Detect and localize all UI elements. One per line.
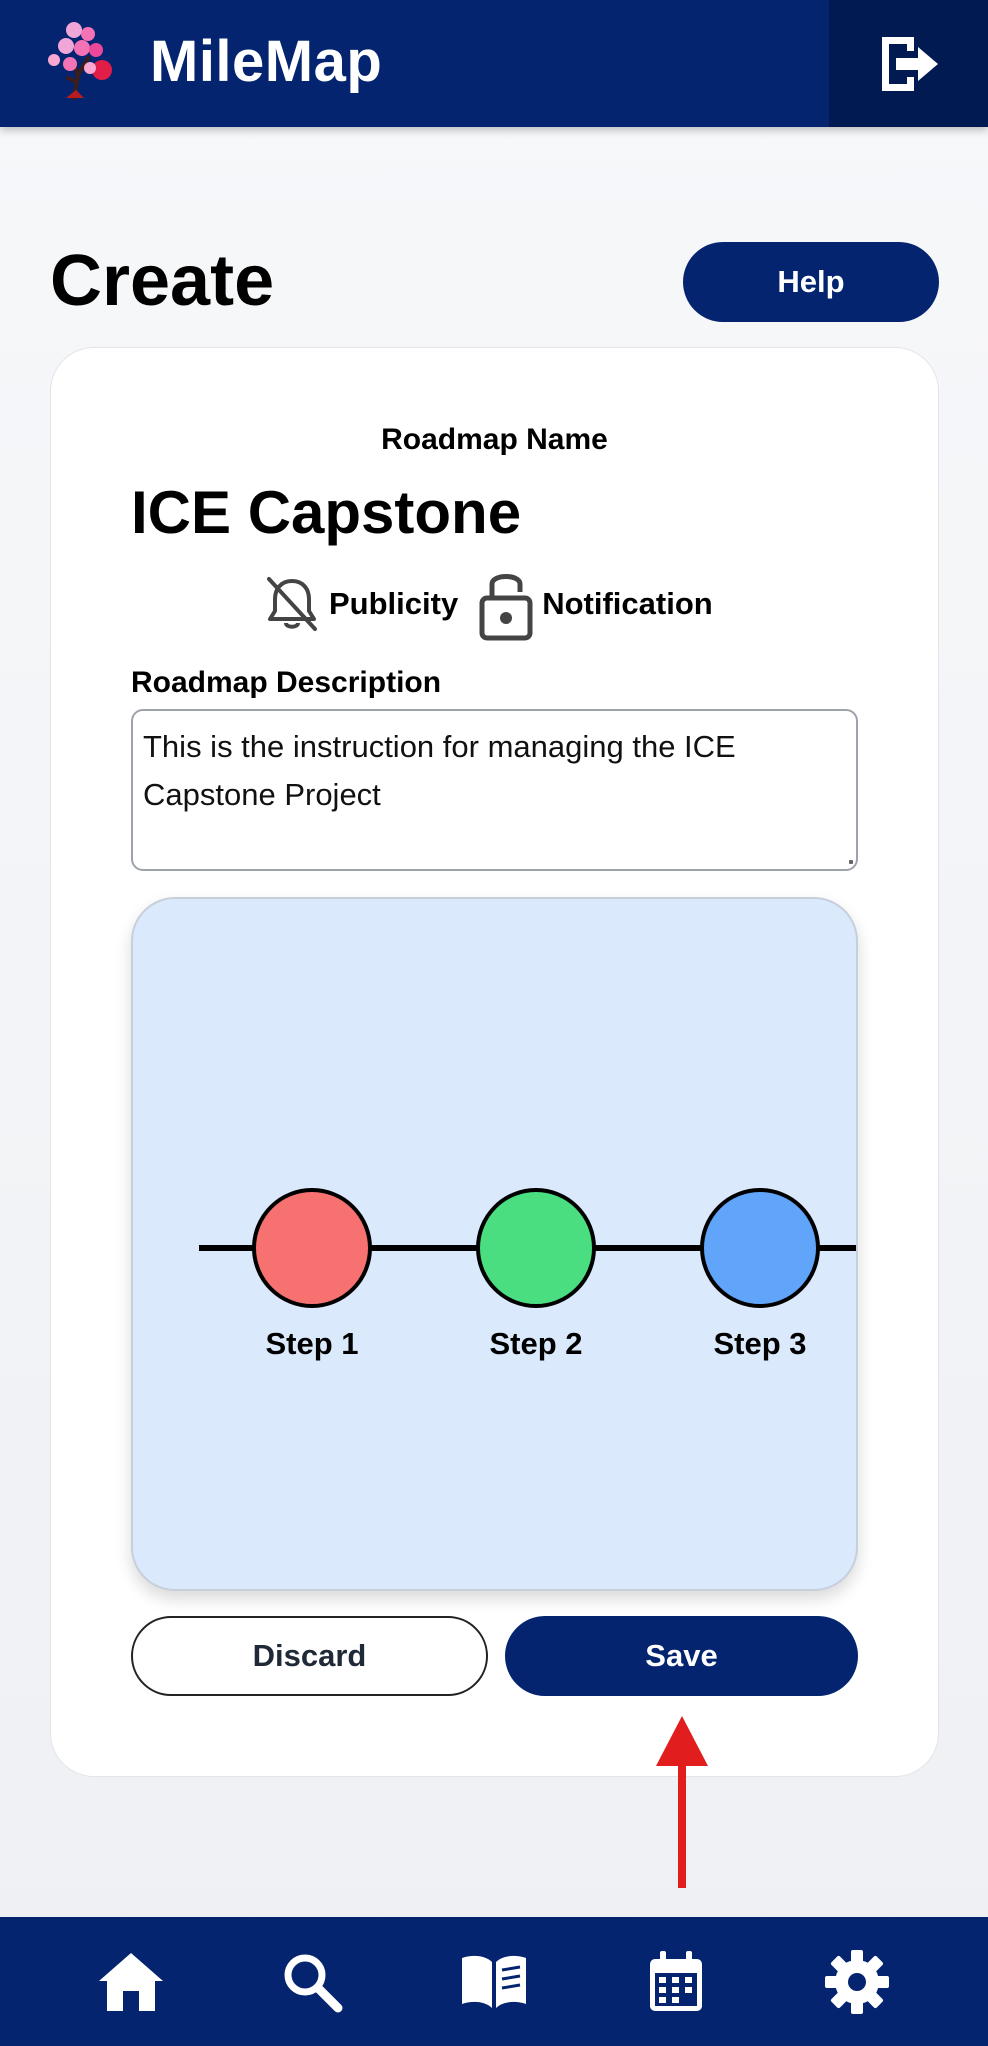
nav-library[interactable] — [449, 1937, 539, 2027]
roadmap-name-label: Roadmap Name — [381, 423, 608, 456]
nav-calendar[interactable] — [631, 1937, 721, 2027]
save-button[interactable]: Save — [505, 1616, 858, 1696]
page-title: Create — [50, 241, 275, 321]
app-header: MileMap — [0, 0, 988, 127]
create-roadmap-card: Roadmap Name ICE Capstone Publicity Noti… — [50, 347, 939, 1777]
step-node-2[interactable] — [476, 1188, 596, 1308]
notification-label: Notification — [542, 586, 713, 621]
roadmap-diagram[interactable]: Step 1 Step 2 Step 3 — [131, 897, 858, 1591]
calendar-icon — [649, 1950, 702, 2011]
resize-handle[interactable] — [849, 860, 853, 864]
book-icon — [461, 1955, 526, 2008]
home-icon — [98, 1952, 163, 2011]
description-label: Roadmap Description — [131, 666, 442, 699]
discard-button[interactable]: Discard — [131, 1616, 488, 1696]
logout-button[interactable] — [829, 0, 988, 127]
search-icon — [284, 1954, 343, 2012]
step-node-3[interactable] — [700, 1188, 820, 1308]
bottom-navigation — [0, 1917, 988, 2046]
help-button[interactable]: Help — [683, 242, 939, 322]
roadmap-name-value[interactable]: ICE Capstone — [131, 478, 521, 547]
nav-home[interactable] — [86, 1937, 176, 2027]
roadmap-diagram-svg: Step 1 Step 2 Step 3 — [199, 1188, 856, 1361]
step-label-1: Step 1 — [265, 1326, 358, 1361]
step-node-1[interactable] — [252, 1188, 372, 1308]
description-textarea[interactable]: This is the instruction for managing the… — [131, 709, 858, 871]
toggle-row: Publicity Notification — [261, 564, 731, 644]
gear-icon — [825, 1949, 890, 2014]
bell-off-icon — [267, 577, 317, 631]
logout-icon — [881, 36, 938, 91]
nav-search[interactable] — [267, 1937, 357, 2027]
lock-open-icon — [479, 574, 533, 641]
publicity-toggle[interactable]: Publicity — [261, 573, 458, 635]
brand-title: MileMap — [150, 29, 383, 94]
blossom-tree-logo — [44, 20, 122, 100]
nav-settings[interactable] — [812, 1937, 902, 2027]
step-label-2: Step 2 — [489, 1326, 582, 1361]
publicity-label: Publicity — [329, 586, 459, 621]
step-label-3: Step 3 — [713, 1326, 806, 1361]
up-arrow-annotation — [656, 1716, 708, 1888]
notification-toggle[interactable]: Notification — [476, 566, 713, 642]
